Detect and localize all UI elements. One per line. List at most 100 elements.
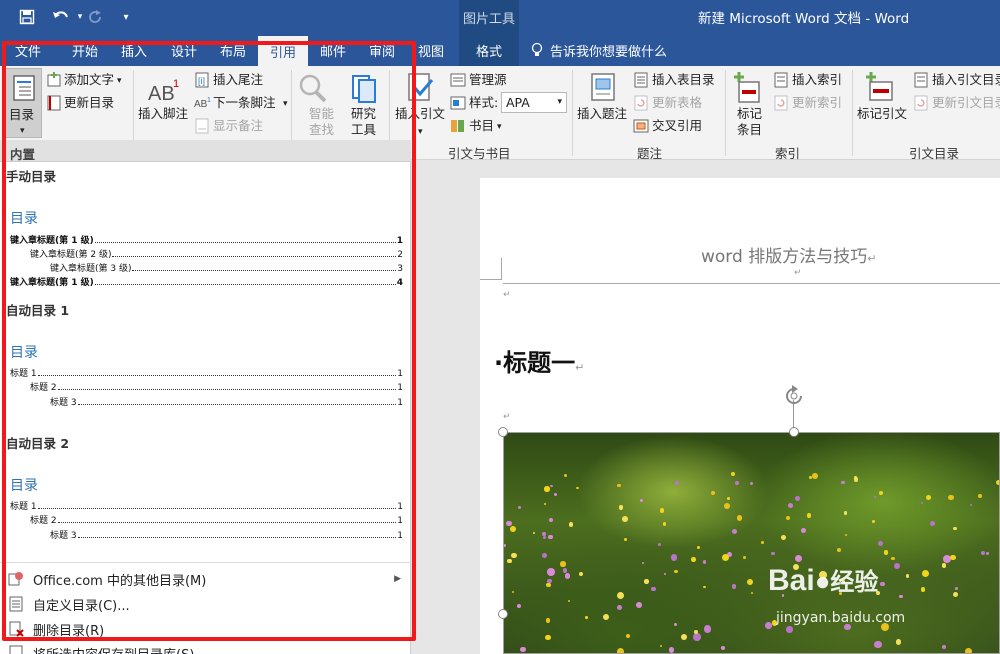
tab-home[interactable]: 开始 [57,34,113,66]
flower-dot [568,522,573,527]
update-toc-button[interactable]: 更新目录 [64,95,114,111]
redo-icon[interactable] [86,7,106,27]
toc-preview-row: 键入章标题(第 3 级) 3 [50,264,403,274]
toc-preview-row: 键入章标题(第 1 级) 1 [10,236,403,246]
menu-item-save-selection[interactable]: 将所选内容保存到目录库(S)... [0,642,411,654]
flower-dot [512,591,515,594]
menu-item-custom-toc[interactable]: 自定义目录(C)... [0,592,411,616]
insert-footnote-button[interactable]: 插入脚注 [138,106,188,122]
researcher-label-2[interactable]: 工具 [351,122,376,138]
insert-caption-button[interactable]: 插入题注 [577,106,627,122]
flower-dot [800,527,807,534]
add-text-dropdown-icon[interactable]: ▾ [117,73,122,89]
word-window: ▾ ▾ 图片工具 新建 Microsoft Word 文档 - Word 文件 … [0,0,1000,654]
page-header-text[interactable]: word 排版方法与技巧↵ [701,242,876,267]
update-toa-button[interactable]: 更新引文目录 [932,95,1000,111]
flower-dot [511,552,517,558]
flower-dot [895,639,902,646]
flower-dot [617,592,625,600]
tab-file[interactable]: 文件 [0,34,56,66]
update-table-icon [633,95,649,115]
flower-dot [533,532,536,535]
insert-citation-button[interactable]: 插入引文 [395,106,445,122]
resize-handle-top[interactable] [789,427,799,437]
smart-lookup-icon [296,72,328,108]
resize-handle-top-left[interactable] [498,427,508,437]
flower-dot [542,536,546,540]
flower-dot [921,502,924,505]
save-icon[interactable] [17,7,37,27]
researcher-label-1[interactable]: 研究 [351,106,376,122]
svg-text:AB: AB [194,99,208,110]
paragraph-mark: ↵ [503,290,511,300]
document-heading[interactable]: ·标题一↵ [494,343,584,378]
next-footnote-button[interactable]: 下一条脚注 [213,95,276,111]
toc-gallery-pane: 内置 手动目录 目录 键入章标题(第 1 级) 1 键入章标题(第 2 级) 2 键… [0,140,411,654]
undo-icon[interactable] [51,7,71,27]
insert-endnote-icon: [i] [194,72,210,92]
style-icon [450,95,466,115]
tab-insert[interactable]: 插入 [108,34,160,66]
flower-dot [853,477,859,482]
flower-dot [579,571,584,576]
insert-endnote-button[interactable]: 插入尾注 [213,72,263,88]
flower-dot [925,495,931,501]
tab-design[interactable]: 设计 [159,34,209,66]
add-text-button[interactable]: 添加文字 [64,72,114,88]
tab-format[interactable]: 格式 [459,34,519,66]
update-index-button[interactable]: 更新索引 [792,95,842,111]
menu-item-label: 自定义目录(C)... [33,598,130,614]
tell-me-box[interactable]: 告诉我你想要做什么 [530,34,667,66]
next-footnote-dropdown-icon[interactable]: ▾ [283,96,288,112]
toc-preview-row: 标题 31 [50,531,403,541]
insert-index-button[interactable]: 插入索引 [792,72,842,88]
menu-item-more-toc[interactable]: Office.com 中的其他目录(M) ▶ [0,567,411,591]
toc-option-manual[interactable]: 目录 键入章标题(第 1 级) 1 键入章标题(第 2 级) 2 键入章标题(第 3… [0,188,411,290]
menu-divider [0,562,411,563]
mark-citation-button[interactable]: 标记引文 [857,106,907,122]
insert-index-icon [773,72,789,92]
toc-button-label: 目录 [9,107,35,122]
manage-sources-button[interactable]: 管理源 [469,72,507,88]
flower-dot [547,568,556,576]
flower-dot [872,520,876,523]
mark-entry-label-1[interactable]: 标记 [737,106,762,122]
show-notes-button[interactable]: 显示备注 [213,118,263,134]
flower-dot [659,644,662,647]
toc-preview-heading: 目录 [10,345,38,361]
update-table-button[interactable]: 更新表格 [652,95,702,111]
insert-citation-dropdown-icon[interactable]: ▾ [418,124,423,140]
save-selection-icon [7,644,25,654]
table-of-figures-icon [633,72,649,92]
toc-preview-row: 标题 21 [30,383,403,393]
flower-dot [703,585,706,589]
mark-entry-label-2[interactable]: 条目 [737,122,762,138]
tab-layout[interactable]: 布局 [208,34,258,66]
rotate-icon[interactable] [782,384,806,412]
toc-option-auto-1[interactable]: 目录 标题 11 标题 21 标题 31 [0,322,411,412]
flower-dot [874,640,882,648]
toc-button[interactable]: 目录 ▾ [5,68,42,138]
flower-dot [517,603,522,608]
menu-item-remove-toc[interactable]: 删除目录(R) [0,617,411,641]
menu-item-label: 删除目录(R) [33,623,105,639]
tab-references[interactable]: 引用 [258,36,308,66]
toc-option-auto-2[interactable]: 目录 标题 11 标题 21 标题 31 [0,455,411,545]
insert-table-of-figures-button[interactable]: 插入表目录 [652,72,715,88]
resize-handle-left[interactable] [498,609,508,619]
flower-dot [641,561,645,565]
bibliography-button[interactable]: 书目 [469,118,494,134]
smart-lookup-label-2[interactable]: 查找 [309,122,334,138]
tab-mailings[interactable]: 邮件 [308,34,358,66]
bibliography-dropdown-icon[interactable]: ▾ [497,119,502,135]
tab-view[interactable]: 视图 [406,34,456,66]
citation-style-select[interactable]: APA ▾ [501,92,567,113]
smart-lookup-label-1[interactable]: 智能 [309,106,334,122]
insert-toa-button[interactable]: 插入引文目录 [932,72,1000,88]
cross-reference-button[interactable]: 交叉引用 [652,118,702,134]
customize-qat-icon[interactable]: ▾ [116,7,136,27]
flower-dot [617,605,623,611]
flower-dot [696,545,700,549]
flower-dot [622,515,629,522]
tab-review[interactable]: 审阅 [358,34,406,66]
